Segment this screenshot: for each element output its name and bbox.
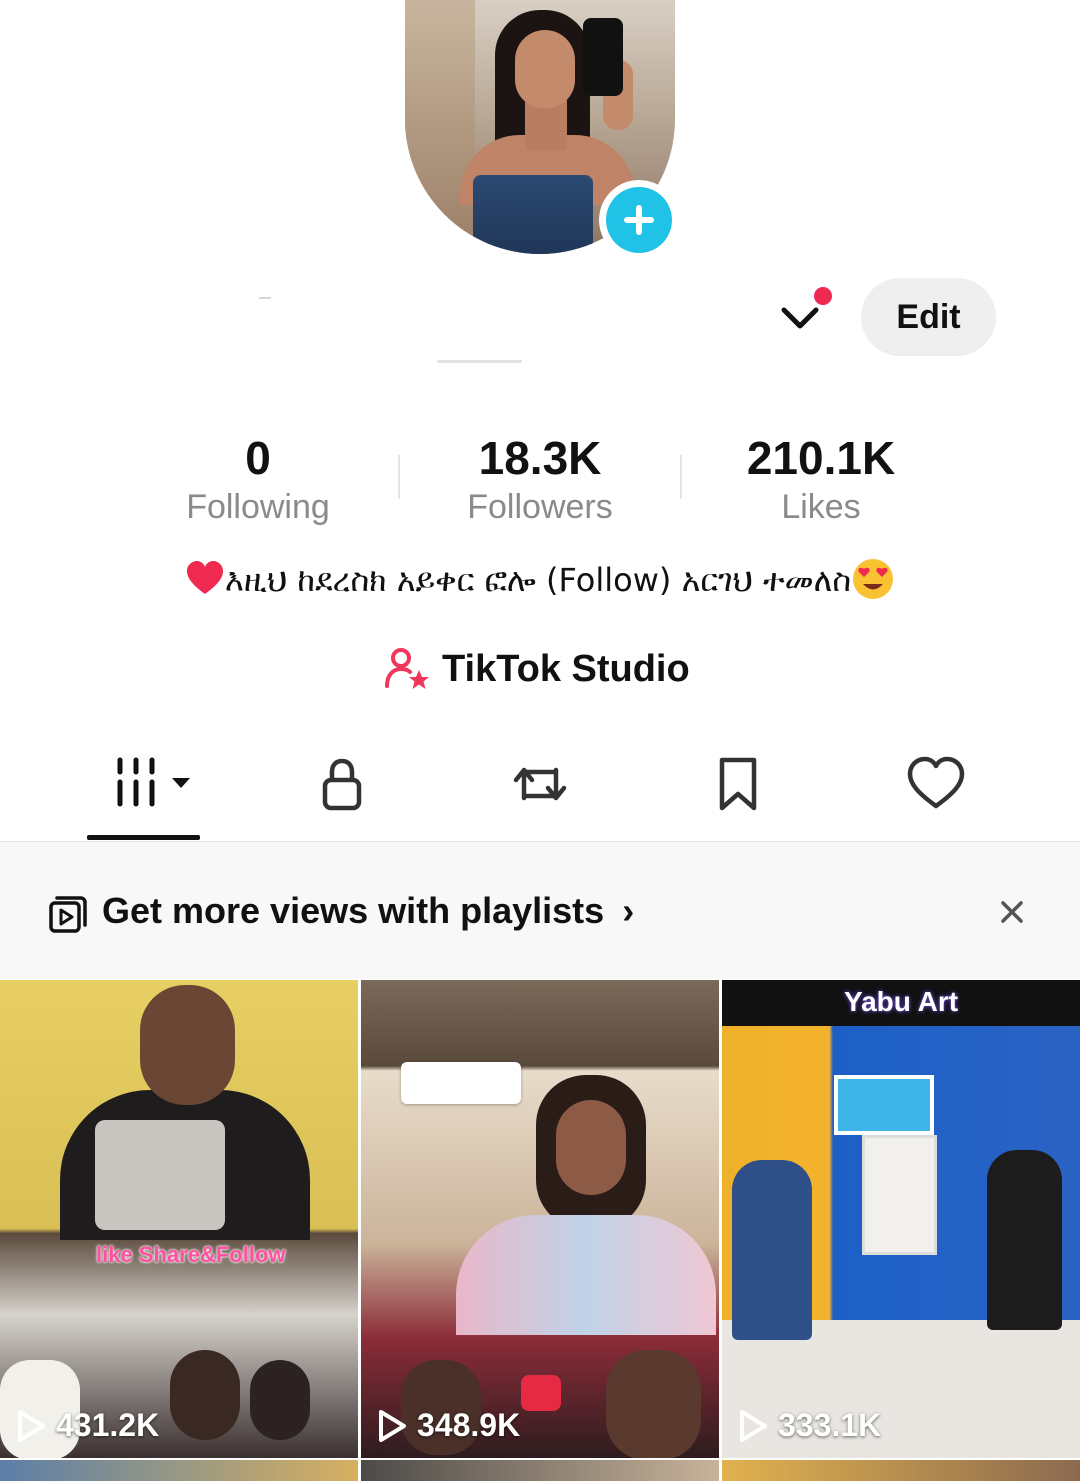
stat-value: 18.3K (478, 432, 602, 484)
stat-label: Following (186, 488, 330, 526)
stat-likes[interactable]: 210.1K Likes (701, 430, 941, 528)
video-thumbnail-partial[interactable] (0, 1460, 358, 1481)
close-icon[interactable] (996, 896, 1028, 928)
stat-value: 210.1K (746, 432, 896, 484)
playlist-banner-text[interactable]: Get more views with playlists › (102, 890, 634, 932)
tab-videos[interactable] (108, 752, 198, 816)
video-thumbnail-partial[interactable] (361, 1460, 719, 1481)
stat-value: 0 (245, 432, 271, 484)
grid-icon (117, 757, 190, 807)
lock-icon (322, 758, 362, 811)
video-overlay-text: like Share&Follow (96, 1242, 286, 1267)
plus-icon (624, 205, 654, 235)
bookmark-icon (719, 757, 757, 811)
stat-label: Likes (781, 488, 861, 526)
tab-reposts[interactable] (500, 752, 580, 816)
tab-private[interactable] (302, 752, 382, 816)
video-overlay-text: Yabu Art (843, 986, 959, 1017)
stat-divider (398, 455, 400, 499)
heart-emoji-icon (186, 561, 223, 594)
view-count: 431.2K (16, 1407, 159, 1444)
tiktok-studio-link[interactable]: TikTok Studio (384, 644, 690, 694)
stat-label: Followers (467, 488, 613, 526)
chevron-right-icon: › (622, 890, 635, 931)
studio-person-star-icon (385, 648, 429, 689)
studio-label: TikTok Studio (442, 647, 690, 690)
add-avatar-button[interactable] (599, 180, 679, 260)
bio-text: እዚህ ከደረስክ አይቀር ፎሎ (Follow) አርገህ ተመለስ (224, 561, 852, 599)
chevron-down-icon[interactable] (778, 300, 822, 334)
notification-dot (812, 285, 834, 307)
play-icon (379, 1409, 406, 1442)
view-count: 348.9K (377, 1407, 520, 1444)
view-count-value: 431.2K (56, 1407, 160, 1443)
play-icon (740, 1409, 767, 1442)
playlist-banner-label: Get more views with playlists (102, 890, 605, 931)
video-thumbnail[interactable]: like Share&Follow 431.2K (0, 980, 358, 1458)
heart-eyes-emoji-icon (853, 559, 894, 599)
stat-divider (680, 455, 682, 499)
edit-profile-button[interactable]: Edit (861, 278, 996, 356)
repost-icon (513, 767, 567, 801)
playlist-icon (49, 896, 87, 933)
video-thumbnail[interactable]: Yabu Art 333.1K (722, 980, 1080, 1458)
video-thumbnail-partial[interactable] (722, 1460, 1080, 1481)
active-tab-indicator (87, 835, 200, 840)
tab-favorites[interactable] (698, 752, 778, 816)
username-placeholder (259, 297, 271, 299)
view-count-value: 348.9K (417, 1407, 521, 1443)
playlist-banner[interactable]: Get more views with playlists › (0, 842, 1080, 979)
view-count-value: 333.1K (778, 1407, 882, 1443)
heart-icon (907, 756, 965, 809)
handle-placeholder (437, 360, 522, 363)
stat-following[interactable]: 0 Following (138, 430, 378, 528)
video-thumbnail[interactable]: 348.9K (361, 980, 719, 1458)
tab-liked[interactable] (896, 752, 976, 816)
stat-followers[interactable]: 18.3K Followers (420, 430, 660, 528)
profile-bio: እዚህ ከደረስክ አይቀር ፎሎ (Follow) አርገህ ተመለስ (0, 557, 1080, 601)
view-count: 333.1K (738, 1407, 881, 1444)
play-icon (18, 1409, 45, 1442)
